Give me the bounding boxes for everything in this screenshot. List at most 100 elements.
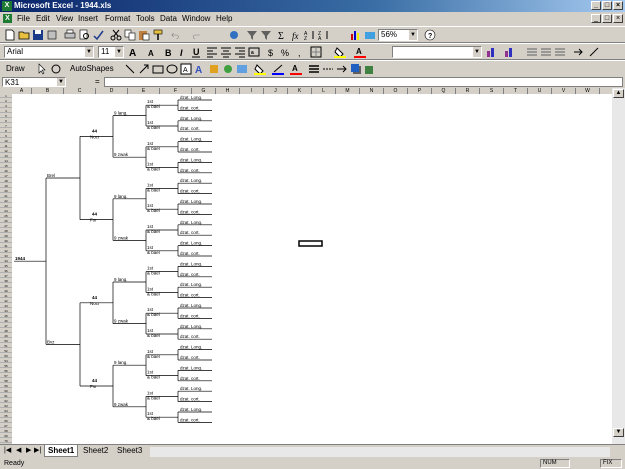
- vertical-scrollbar[interactable]: ▲ ▼: [612, 88, 625, 444]
- doc-minimize-button[interactable]: _: [591, 14, 601, 23]
- oval-icon[interactable]: [166, 63, 178, 75]
- wordart-icon[interactable]: A: [194, 63, 206, 76]
- style-select[interactable]: ▼: [392, 46, 482, 58]
- spelling-icon[interactable]: [92, 29, 104, 41]
- direction-icon[interactable]: [572, 46, 584, 58]
- horizontal-scrollbar[interactable]: [150, 447, 610, 457]
- menu-data[interactable]: Data: [160, 12, 177, 25]
- italic-icon[interactable]: I: [176, 46, 188, 58]
- diagram-icon[interactable]: [208, 63, 220, 75]
- fill-bucket-icon[interactable]: [254, 63, 266, 75]
- save-icon[interactable]: [32, 29, 44, 41]
- selected-cell[interactable]: [298, 240, 323, 247]
- menu-file[interactable]: File: [17, 12, 30, 25]
- shrink-font-icon[interactable]: A: [146, 46, 158, 58]
- menu-edit[interactable]: Edit: [36, 12, 50, 25]
- sum-icon[interactable]: Σ: [276, 29, 288, 42]
- align-center-icon[interactable]: [220, 46, 232, 58]
- sort-ascending-icon[interactable]: AZ: [304, 29, 316, 42]
- menu-tools[interactable]: Tools: [136, 12, 155, 25]
- insert-hyperlink-icon[interactable]: [228, 29, 240, 41]
- doc-restore-button[interactable]: □: [602, 14, 612, 23]
- tab-sheet3[interactable]: Sheet3: [114, 445, 145, 457]
- doc-close-button[interactable]: ×: [613, 14, 623, 23]
- autosum-filter-icon[interactable]: [246, 29, 258, 41]
- arrow-icon[interactable]: [138, 63, 150, 75]
- minimize-button[interactable]: _: [591, 1, 601, 10]
- select-objects-icon[interactable]: [36, 63, 48, 75]
- menu-insert[interactable]: Insert: [78, 12, 98, 25]
- grow-font-icon[interactable]: A: [128, 46, 140, 59]
- format-painter-icon[interactable]: [152, 29, 164, 41]
- dash-style-icon[interactable]: [322, 63, 334, 75]
- underline-icon[interactable]: U: [190, 46, 202, 58]
- chart-wizard-icon[interactable]: [350, 29, 362, 41]
- restore-button[interactable]: □: [602, 1, 612, 10]
- fill-color-icon[interactable]: [334, 46, 346, 58]
- bold-icon[interactable]: B: [162, 46, 174, 58]
- list-icon[interactable]: [526, 46, 538, 58]
- rotate-icon[interactable]: [50, 63, 62, 75]
- zoom-select[interactable]: 56% ▼: [378, 29, 418, 41]
- close-button[interactable]: ×: [613, 1, 623, 10]
- angle-icon[interactable]: [588, 46, 600, 58]
- text-color-icon[interactable]: A: [290, 63, 302, 75]
- open-icon[interactable]: [18, 29, 30, 41]
- textbox-icon[interactable]: A: [180, 63, 192, 75]
- undo-icon[interactable]: [170, 29, 190, 41]
- new-icon[interactable]: [4, 29, 16, 41]
- autoshapes-menu[interactable]: AutoShapes: [70, 64, 114, 73]
- print-icon[interactable]: [64, 29, 76, 41]
- percent-icon[interactable]: %: [280, 46, 292, 58]
- help-icon[interactable]: ?: [424, 29, 436, 41]
- tab-sheet2[interactable]: Sheet2: [80, 445, 111, 457]
- tab-next-icon[interactable]: ▶: [26, 446, 31, 454]
- print-preview-icon[interactable]: [78, 29, 90, 41]
- menu-help[interactable]: Help: [216, 12, 232, 25]
- line-icon[interactable]: [124, 63, 136, 75]
- name-box[interactable]: K31 ▼: [2, 77, 66, 87]
- copy-icon[interactable]: [124, 29, 136, 41]
- chevron-down-icon[interactable]: ▼: [57, 78, 65, 86]
- permission-icon[interactable]: [46, 29, 58, 41]
- filter-icon[interactable]: [260, 29, 272, 41]
- chart-icon[interactable]: [504, 46, 516, 58]
- tab-sheet1[interactable]: Sheet1: [44, 445, 79, 457]
- font-size-select[interactable]: 11 ▼: [98, 46, 124, 58]
- line-color-icon[interactable]: [272, 63, 284, 75]
- grid-icon[interactable]: [540, 46, 552, 58]
- comma-icon[interactable]: ,: [294, 46, 306, 58]
- line-style-icon[interactable]: [308, 63, 320, 75]
- arrow-style-icon[interactable]: [336, 63, 348, 75]
- 3d-icon[interactable]: [364, 63, 376, 75]
- tab-first-icon[interactable]: |◀: [4, 446, 11, 454]
- align-right-icon[interactable]: [234, 46, 246, 58]
- drawing-icon[interactable]: [364, 29, 376, 41]
- chart-type-icon[interactable]: [486, 46, 498, 58]
- table-icon[interactable]: [554, 46, 566, 58]
- tab-last-icon[interactable]: ▶|: [34, 446, 41, 454]
- sort-descending-icon[interactable]: ZA: [318, 29, 330, 42]
- font-color-icon[interactable]: A: [354, 46, 366, 58]
- scroll-down-icon[interactable]: ▼: [613, 428, 624, 437]
- currency-icon[interactable]: $: [266, 46, 278, 58]
- rectangle-icon[interactable]: [152, 63, 164, 75]
- chevron-down-icon[interactable]: ▼: [85, 47, 93, 57]
- merge-center-icon[interactable]: a: [248, 46, 260, 58]
- picture-icon[interactable]: [236, 63, 248, 75]
- draw-menu[interactable]: Draw: [6, 64, 25, 73]
- paste-icon[interactable]: [138, 29, 150, 41]
- function-icon[interactable]: fx: [290, 29, 302, 41]
- align-left-icon[interactable]: [206, 46, 218, 58]
- scroll-up-icon[interactable]: ▲: [613, 89, 624, 98]
- clipart-icon[interactable]: [222, 63, 234, 75]
- menu-window[interactable]: Window: [182, 12, 210, 25]
- borders-icon[interactable]: [310, 46, 322, 58]
- workbook-icon[interactable]: X: [3, 14, 12, 23]
- redo-icon[interactable]: [192, 29, 212, 41]
- worksheet-grid[interactable]: ABCDEFGHIJKLMNOPQRSTUVW 1 2 3 4 5 6 7 8 9 10 11 12 1…: [0, 88, 612, 444]
- shadow-icon[interactable]: [350, 63, 362, 75]
- font-select[interactable]: Arial ▼: [4, 46, 94, 58]
- tab-prev-icon[interactable]: ◀: [16, 446, 21, 454]
- cut-icon[interactable]: [110, 29, 122, 41]
